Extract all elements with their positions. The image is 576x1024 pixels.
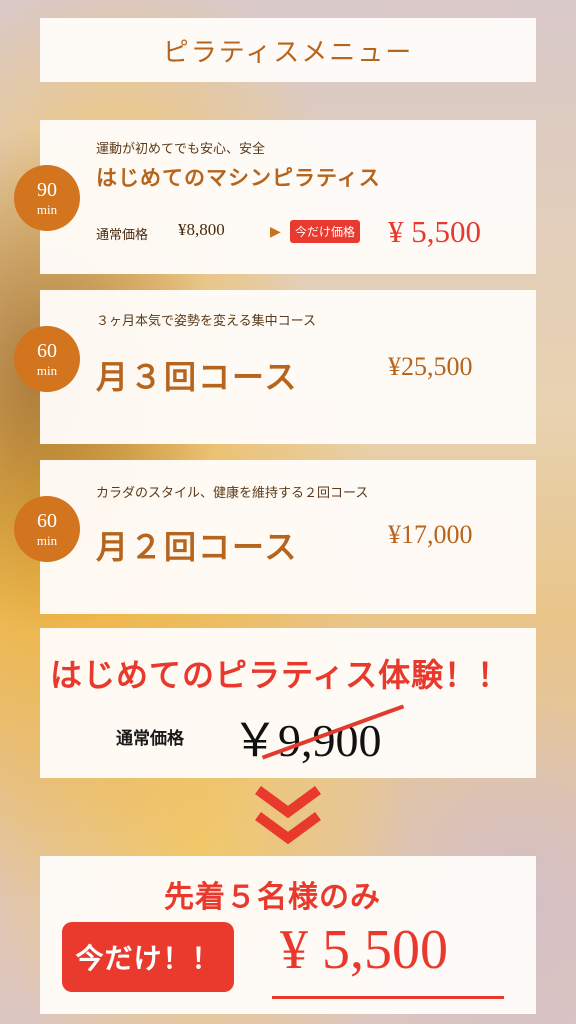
trial-regular-price-label: 通常価格 bbox=[116, 729, 184, 749]
limited-offer-panel: 先着５名様のみ 今だけ！！ ¥ 5,500 bbox=[40, 856, 536, 1014]
menu-card-price: ¥17,000 bbox=[388, 520, 473, 549]
double-chevron-down-icon bbox=[255, 786, 321, 845]
menu-card-name: 月３回コース bbox=[96, 358, 299, 396]
trial-heading: はじめてのピラティス体験！！ bbox=[50, 656, 511, 694]
arrow-right-icon: ▶ bbox=[270, 224, 281, 240]
menu-card-name: 月２回コース bbox=[96, 528, 299, 566]
duration-badge: 60 min bbox=[14, 496, 80, 562]
regular-price: ¥8,800 bbox=[178, 220, 225, 239]
today-only-label: 今だけ！！ bbox=[75, 942, 221, 975]
page-title: ピラティスメニュー bbox=[162, 37, 414, 68]
duration-unit: min bbox=[36, 202, 58, 217]
menu-card-subtitle: 運動が初めてでも安心、安全 bbox=[96, 142, 266, 157]
menu-card-machine-pilates[interactable]: 運動が初めてでも安心、安全 はじめてのマシンピラティス 通常価格 ¥8,800 … bbox=[40, 120, 536, 274]
menu-card-3-times-course[interactable]: ３ヶ月本気で姿勢を変える集中コース 月３回コース ¥25,500 bbox=[40, 290, 536, 444]
trial-offer-panel: はじめてのピラティス体験！！ 通常価格 ￥9,900 bbox=[40, 628, 536, 778]
duration-unit: min bbox=[36, 363, 58, 378]
trial-regular-price: ￥9,900 bbox=[232, 704, 382, 770]
limited-offer-heading: 先着５名様のみ bbox=[164, 880, 381, 915]
limited-price-badge: 今だけ価格 bbox=[290, 220, 361, 243]
today-only-button[interactable]: 今だけ！！ bbox=[62, 922, 234, 992]
limited-offer-price: ¥ 5,500 bbox=[280, 919, 448, 981]
duration-number: 60 bbox=[37, 340, 57, 362]
duration-number: 60 bbox=[37, 510, 57, 532]
duration-unit: min bbox=[36, 533, 58, 548]
duration-number: 90 bbox=[37, 179, 57, 201]
menu-card-subtitle: ３ヶ月本気で姿勢を変える集中コース bbox=[96, 314, 316, 329]
price-underline bbox=[272, 996, 504, 999]
menu-card-subtitle: カラダのスタイル、健康を維持する２回コース bbox=[96, 486, 369, 501]
duration-badge: 90 min bbox=[14, 165, 80, 231]
sale-price: ¥ 5,500 bbox=[388, 214, 481, 249]
title-banner: ピラティスメニュー bbox=[40, 18, 536, 82]
duration-badge: 60 min bbox=[14, 326, 80, 392]
menu-card-name: はじめてのマシンピラティス bbox=[96, 165, 381, 190]
menu-card-price: ¥25,500 bbox=[388, 352, 473, 381]
regular-price-label: 通常価格 bbox=[96, 228, 149, 243]
menu-card-2-times-course[interactable]: カラダのスタイル、健康を維持する２回コース 月２回コース ¥17,000 bbox=[40, 460, 536, 614]
